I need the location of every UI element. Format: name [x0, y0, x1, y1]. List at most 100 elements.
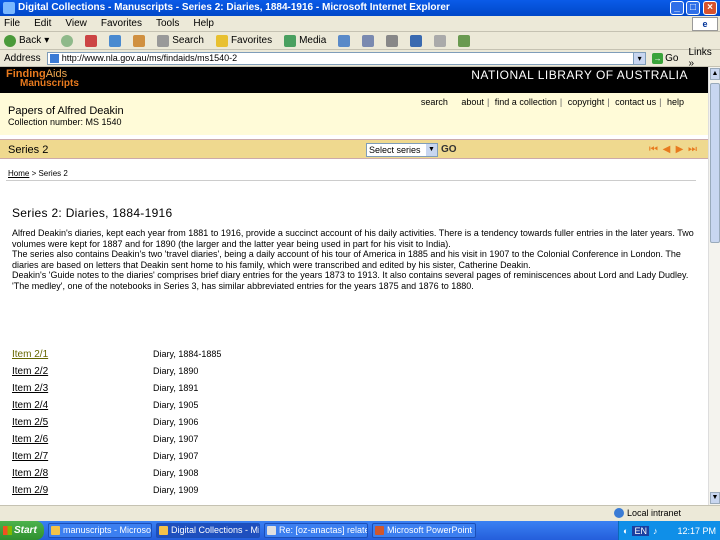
standard-toolbar: Back ▾ Search Favorites Media — [0, 32, 720, 50]
series-label: Series 2 — [8, 144, 49, 156]
last-series-icon[interactable]: ⏭ — [687, 144, 698, 155]
scroll-thumb[interactable] — [710, 83, 720, 243]
item-link[interactable]: Item 2/9 — [12, 485, 48, 496]
item-link[interactable]: Item 2/2 — [12, 366, 48, 377]
scroll-down-icon[interactable]: ▼ — [710, 492, 720, 504]
taskbar-item-powerpoint[interactable]: Microsoft PowerPoint - [... — [372, 523, 476, 538]
media-button[interactable]: Media — [284, 34, 327, 47]
nav-about[interactable]: about — [461, 97, 484, 107]
print-button[interactable] — [386, 34, 399, 47]
breadcrumb-current: > Series 2 — [29, 169, 68, 178]
mail-button[interactable] — [362, 34, 375, 47]
title-bar: Digital Collections - Manuscripts - Seri… — [0, 0, 720, 16]
address-dropdown-button[interactable]: ▾ — [634, 51, 647, 65]
history-button[interactable] — [338, 34, 351, 47]
item-link[interactable]: Item 2/4 — [12, 400, 48, 411]
library-name: NATIONAL LIBRARY OF AUSTRALIA — [471, 68, 688, 82]
vertical-scrollbar[interactable]: ▲ ▼ — [708, 67, 720, 505]
item-description: Diary, 1907 — [153, 451, 199, 461]
scroll-up-icon[interactable]: ▲ — [710, 68, 720, 80]
search-button[interactable]: Search — [157, 34, 204, 47]
item-link[interactable]: Item 2/8 — [12, 468, 48, 479]
next-series-icon[interactable]: ▶ — [674, 144, 685, 155]
menu-bar: File Edit View Favorites Tools Help e — [0, 16, 720, 32]
nav-copyright[interactable]: copyright — [568, 97, 605, 107]
finding-aids-logo[interactable]: FindingAids Manuscripts — [6, 69, 79, 89]
item-link[interactable]: Item 2/3 — [12, 383, 48, 394]
list-item: Item 2/1 Diary, 1884-1885 — [12, 349, 412, 366]
search-icon — [157, 34, 170, 47]
back-dropdown-icon[interactable]: ▾ — [44, 35, 49, 46]
menu-help[interactable]: Help — [193, 16, 214, 31]
refresh-button[interactable] — [109, 34, 122, 47]
discuss-icon — [434, 34, 447, 47]
item-link[interactable]: Item 2/6 — [12, 434, 48, 445]
breadcrumb-home[interactable]: Home — [8, 169, 29, 178]
list-item: Item 2/5 Diary, 1906 — [12, 417, 412, 434]
series-navigation: ⏮ ◀ ▶ ⏭ — [648, 144, 698, 155]
back-button[interactable]: Back ▾ — [4, 34, 49, 47]
stop-button[interactable] — [85, 34, 98, 47]
taskbar-item-manuscripts[interactable]: manuscripts - Microsoft ... — [48, 523, 152, 538]
maximize-button[interactable]: □ — [686, 1, 700, 15]
description-paragraph: Alfred Deakin's diaries, kept each year … — [12, 228, 694, 249]
taskbar-item-digital-collections[interactable]: Digital Collections - Mi... — [156, 523, 260, 538]
close-button[interactable]: × — [703, 1, 717, 15]
window-title: Digital Collections - Manuscripts - Seri… — [18, 2, 450, 13]
list-item: Item 2/6 Diary, 1907 — [12, 434, 412, 451]
item-description: Diary, 1909 — [153, 485, 199, 495]
forward-button[interactable] — [61, 34, 74, 47]
media-label: Media — [299, 35, 327, 46]
nav-search[interactable]: search — [421, 97, 448, 107]
item-description: Diary, 1908 — [153, 468, 199, 478]
home-button[interactable] — [133, 34, 146, 47]
menu-file[interactable]: File — [4, 16, 20, 31]
powerpoint-icon — [375, 526, 384, 535]
page-icon — [49, 53, 59, 63]
mail-icon — [267, 526, 276, 535]
item-link[interactable]: Item 2/1 — [12, 349, 48, 360]
go-label: Go — [665, 52, 679, 64]
language-indicator[interactable]: EN — [632, 525, 649, 536]
series-select[interactable]: Select series ▼ — [366, 143, 438, 157]
address-label: Address — [4, 52, 41, 64]
print-icon — [386, 34, 399, 47]
links-button[interactable]: Links » — [688, 47, 720, 69]
item-link[interactable]: Item 2/7 — [12, 451, 48, 462]
clock: 12:17 PM — [677, 525, 716, 536]
minimize-button[interactable]: _ — [670, 1, 684, 15]
discuss-button[interactable] — [434, 34, 447, 47]
messenger-button[interactable] — [458, 34, 471, 47]
menu-tools[interactable]: Tools — [156, 16, 179, 31]
mail-icon — [362, 34, 375, 47]
breadcrumb: Home > Series 2 — [8, 169, 68, 178]
edit-button[interactable] — [410, 34, 423, 47]
item-description: Diary, 1905 — [153, 400, 199, 410]
status-bar: Local intranet — [0, 505, 720, 521]
back-arrow-icon — [4, 34, 16, 47]
collection-number: Collection number: MS 1540 — [8, 117, 122, 127]
nav-find-collection[interactable]: find a collection — [495, 97, 557, 107]
web-page: FindingAids Manuscripts NATIONAL LIBRARY… — [0, 67, 708, 505]
taskbar-item-email[interactable]: Re: [oz-anactas] relate ... — [264, 523, 368, 538]
menu-edit[interactable]: Edit — [34, 16, 51, 31]
start-button[interactable]: Start — [0, 521, 44, 540]
address-input[interactable]: http://www.nla.gov.au/ms/findaids/ms1540… — [46, 51, 635, 65]
item-link[interactable]: Item 2/5 — [12, 417, 48, 428]
series-go-button[interactable]: GO — [441, 144, 457, 155]
page-title: Series 2: Diaries, 1884-1916 — [12, 206, 173, 220]
favorites-button[interactable]: Favorites — [215, 34, 272, 47]
go-button[interactable]: → Go — [652, 52, 679, 64]
previous-series-icon[interactable]: ◀ — [661, 144, 672, 155]
first-series-icon[interactable]: ⏮ — [648, 144, 659, 155]
edit-icon — [410, 34, 423, 47]
nav-contact-us[interactable]: contact us — [615, 97, 656, 107]
volume-icon[interactable]: ♪ — [653, 526, 658, 536]
tray-icon[interactable]: ◐ — [623, 526, 628, 536]
ie-icon — [51, 526, 60, 535]
site-header: FindingAids Manuscripts NATIONAL LIBRARY… — [0, 67, 708, 93]
menu-favorites[interactable]: Favorites — [101, 16, 142, 31]
menu-view[interactable]: View — [65, 16, 87, 31]
description-paragraph: The series also contains Deakin's two 't… — [12, 249, 681, 270]
nav-help[interactable]: help — [667, 97, 684, 107]
